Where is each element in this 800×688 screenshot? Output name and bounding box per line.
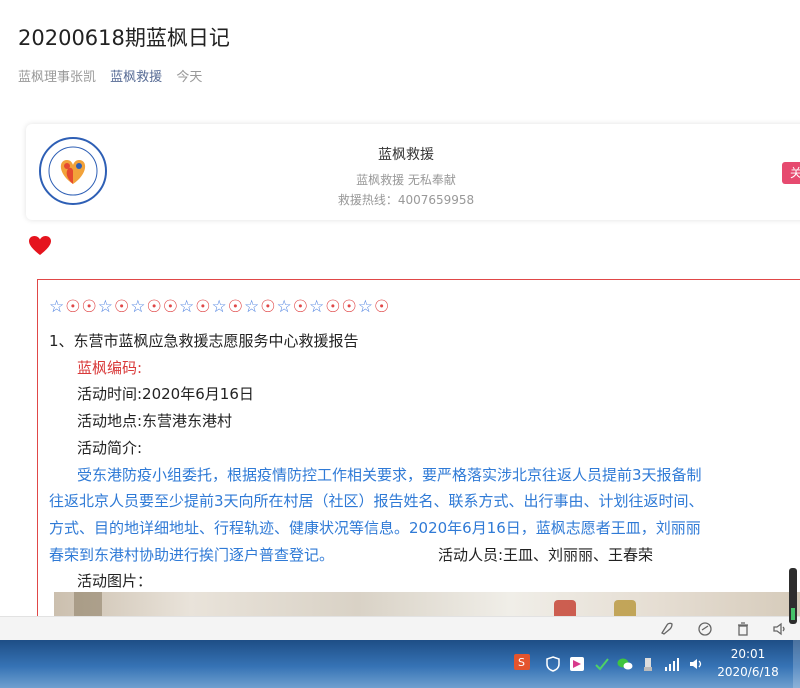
activity-place: 活动地点:东营港东港村 [77, 412, 233, 430]
article-title: 20200618期蓝枫日记 [18, 26, 230, 50]
scroll-indicator[interactable] [789, 568, 797, 624]
activity-time: 活动时间:2020年6月16日 [77, 385, 254, 403]
sogou-input-icon[interactable]: S [514, 654, 530, 670]
security-check-icon[interactable] [594, 656, 610, 672]
rocket-icon[interactable] [658, 621, 674, 637]
article-window: 20200618期蓝枫日记 蓝枫理事张凯 蓝枫救援 今天 蓝枫救援 蓝枫救援 无… [0, 0, 800, 640]
decorative-stars: ☆☉☉☆☉☆☉☉☆☉☆☉☆☉☆☉☆☉☉☆☉ [49, 297, 391, 317]
heart-icon [29, 236, 51, 255]
volume-icon[interactable] [688, 656, 704, 672]
account-link[interactable]: 蓝枫救援 [110, 70, 162, 85]
article-body: ☆☉☉☆☉☆☉☉☆☉☆☉☆☉☆☉☆☉☉☆☉ 1、东营市蓝枫应急救援志愿服务中心救… [37, 279, 800, 640]
share-icon[interactable] [697, 621, 713, 637]
account-hotline: 救援热线：4007659958 [337, 193, 475, 207]
svg-text:S: S [518, 656, 525, 669]
activity-people: 活动人员:王皿、刘丽丽、王春荣 [438, 546, 654, 564]
wechat-icon[interactable] [617, 656, 633, 672]
code-label: 蓝枫编码: [77, 359, 143, 377]
author-name: 蓝枫理事张凯 [18, 70, 97, 85]
show-desktop-button[interactable] [793, 640, 800, 688]
intro-line-3: 方式、目的地详细地址、行程轨迹、健康状况等信息。2020年6月16日，蓝枫志愿者… [49, 519, 701, 537]
account-name: 蓝枫救援 [378, 147, 434, 163]
usb-device-icon[interactable] [640, 656, 656, 672]
article-meta: 蓝枫理事张凯 蓝枫救援 今天 [18, 66, 212, 85]
scroll-thumb [791, 608, 795, 620]
activity-photo-label: 活动图片： [77, 572, 153, 590]
system-clock[interactable]: 20:01 2020/6/18 [712, 645, 784, 681]
delete-icon[interactable] [735, 621, 751, 637]
report-heading: 1、东营市蓝枫应急救援志愿服务中心救援报告 [49, 332, 359, 350]
network-signal-icon[interactable] [664, 656, 680, 672]
clock-date: 2020/6/18 [717, 665, 779, 679]
clock-time: 20:01 [730, 647, 766, 661]
activity-intro-label: 活动简介: [77, 439, 143, 457]
intro-line-2: 往返北京人员要至少提前3天向所在村居（社区）报告姓名、联系方式、出行事由、计划往… [49, 492, 704, 510]
follow-button[interactable]: 关 [782, 162, 800, 184]
profile-card[interactable]: 蓝枫救援 蓝枫救援 无私奉献 救援热线：4007659958 关 [26, 124, 800, 220]
account-slogan: 蓝枫救援 无私奉献 [356, 173, 456, 187]
intro-line-4: 春荣到东港村协助进行挨门逐户普查登记。 [49, 546, 335, 564]
decorative-border-row: ☆☉☉☆☉☆☉☉☆☉☆☉☆☉☆☉☆☉☉☆☉ [49, 297, 390, 317]
taskbar: S 20:01 2020/6/18 [0, 640, 800, 688]
publish-time: 今天 [176, 70, 203, 85]
shield-icon[interactable] [545, 656, 561, 672]
speaker-icon[interactable] [772, 621, 788, 637]
intro-line-1: 受东港防疫小组委托，根据疫情防控工作相关要求，要严格落实涉北京往返人员提前3天报… [77, 466, 702, 484]
viewer-toolbar [0, 616, 800, 640]
app-tray-icon[interactable] [569, 656, 585, 672]
